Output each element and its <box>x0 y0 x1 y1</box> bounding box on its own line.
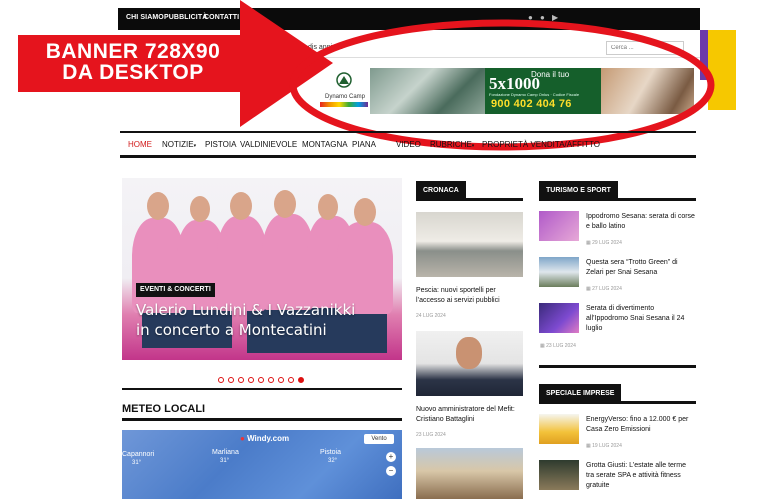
hero-bottom-rule <box>122 388 402 390</box>
speciale-header-label: SPECIALE IMPRESE <box>539 384 622 403</box>
nav-item-pistoia[interactable]: PISTOIA <box>205 140 236 149</box>
turismo-date-3: ▦ 23 LUG 2024 <box>540 343 576 349</box>
speciale-title-2[interactable]: Grotta Giusti: L’estate alle terme tra s… <box>586 461 696 491</box>
calendar-icon: ▦ <box>540 343 545 349</box>
calendar-icon: ▦ <box>586 443 591 449</box>
band-head <box>190 196 210 222</box>
turismo-header[interactable]: TURISMO E SPORT <box>539 179 696 201</box>
map-temp: 32° <box>328 458 338 464</box>
banner-label: BANNER 728X90 DA DESKTOP <box>45 40 221 84</box>
turismo-rule <box>539 365 696 368</box>
turismo-date-1-text: 29 LUG 2024 <box>592 240 622 246</box>
slider-dot[interactable] <box>288 377 294 383</box>
speciale-thumb-1[interactable] <box>539 414 579 444</box>
map-city: Pistoia <box>320 449 342 456</box>
band-head <box>230 192 252 220</box>
slider-dot[interactable] <box>238 377 244 383</box>
slider-dot[interactable] <box>298 377 304 383</box>
cronaca-title-1[interactable]: Pescia: nuovi sportelli per l’accesso ai… <box>416 286 526 306</box>
map-temp: 31° <box>132 460 142 466</box>
map-temp: 31° <box>220 458 230 464</box>
band-head <box>147 192 169 220</box>
meteo-rule <box>122 418 402 421</box>
band-member <box>217 216 267 311</box>
nav-bottom-rule <box>120 155 696 158</box>
turismo-date-3-text: 23 LUG 2024 <box>546 343 576 349</box>
speciale-date-1-text: 19 LUG 2024 <box>592 443 622 449</box>
speciale-title-1[interactable]: EnergyVerso: fino a 12.000 € per Casa Ze… <box>586 415 696 435</box>
cronaca-thumb-1[interactable] <box>416 212 523 277</box>
turismo-title-1[interactable]: Ippodromo Sesana: serata di corse e ball… <box>586 212 696 232</box>
cronaca-date-1: 24 LUG 2024 <box>416 313 446 319</box>
zoom-out-button[interactable]: − <box>386 466 396 476</box>
slider-dot[interactable] <box>218 377 224 383</box>
turismo-date-2-text: 27 LUG 2024 <box>592 286 622 292</box>
cronaca-date-2: 23 LUG 2024 <box>416 432 446 438</box>
turismo-date-2: ▦ 27 LUG 2024 <box>586 286 622 292</box>
nav-item-rubriche[interactable]: RUBRICHE▾ <box>430 140 474 149</box>
hero-category-badge[interactable]: EVENTI & CONCERTI <box>136 283 215 297</box>
vento-selector[interactable]: Vento <box>364 434 394 444</box>
band-head <box>354 198 376 226</box>
zoom-in-button[interactable]: + <box>386 452 396 462</box>
cronaca-header[interactable]: CRONACA <box>416 179 523 201</box>
hero-title[interactable]: Valerio Lundini & I Vazzanikki in concer… <box>136 300 366 340</box>
turismo-thumb-3[interactable] <box>539 303 579 333</box>
map-city: Capannori <box>122 451 155 458</box>
nav-item-montagna[interactable]: MONTAGNA <box>302 140 348 149</box>
windy-logo[interactable]: ● Windy.com <box>240 434 300 446</box>
map-city: Marliana <box>212 449 239 456</box>
slider-dot[interactable] <box>278 377 284 383</box>
turismo-thumb-2[interactable] <box>539 257 579 287</box>
nav-item-video[interactable]: VIDEO <box>396 140 421 149</box>
cronaca-title-2[interactable]: Nuovo amministratore del Mefit: Cristian… <box>416 405 526 425</box>
turismo-title-3[interactable]: Serata di divertimento all’Ippodromo Sna… <box>586 304 696 334</box>
caret-down-icon: ▾ <box>471 143 475 149</box>
nav-item-notizie[interactable]: NOTIZIE▾ <box>162 140 196 149</box>
cronaca-thumb-2[interactable] <box>416 331 523 396</box>
band-head <box>274 190 296 218</box>
speciale-header[interactable]: SPECIALE IMPRESE <box>539 382 696 404</box>
cronaca-header-label: CRONACA <box>416 181 466 200</box>
nav-item-home[interactable]: HOME <box>128 140 152 149</box>
nav-item-piana[interactable]: PIANA <box>352 140 376 149</box>
calendar-icon: ▦ <box>586 240 591 246</box>
turismo-thumb-1[interactable] <box>539 211 579 241</box>
band-head <box>318 194 338 220</box>
slider-dot[interactable] <box>258 377 264 383</box>
windy-pin-icon: ● <box>240 434 245 443</box>
slider-dot[interactable] <box>228 377 234 383</box>
cronaca-thumb-3[interactable] <box>416 448 523 499</box>
windy-label: Windy.com <box>247 434 290 443</box>
nav-item-notizie-label: NOTIZIE <box>162 140 194 149</box>
speciale-date-1: ▦ 19 LUG 2024 <box>586 443 622 449</box>
portrait-head <box>456 337 482 369</box>
main-nav: HOME NOTIZIE▾ PISTOIA VALDINIEVOLE MONTA… <box>120 133 696 155</box>
turismo-title-2[interactable]: Questa sera “Trotto Green” di Zelari per… <box>586 258 696 278</box>
vento-label: Vento <box>371 436 387 442</box>
nav-item-rubriche-label: RUBRICHE <box>430 140 472 149</box>
turismo-header-label: TURISMO E SPORT <box>539 181 618 200</box>
nav-item-proprieta[interactable]: PROPRIETÀ VENDITA/AFFITTO <box>482 140 600 149</box>
turismo-date-1: ▦ 29 LUG 2024 <box>586 240 622 246</box>
slider-dot[interactable] <box>268 377 274 383</box>
meteo-title: METEO LOCALI <box>122 403 206 415</box>
calendar-icon: ▦ <box>586 286 591 292</box>
speciale-thumb-2[interactable] <box>539 460 579 490</box>
caret-down-icon: ▾ <box>193 143 197 149</box>
slider-dot[interactable] <box>248 377 254 383</box>
nav-item-valdinievole[interactable]: VALDINIEVOLE <box>240 140 297 149</box>
